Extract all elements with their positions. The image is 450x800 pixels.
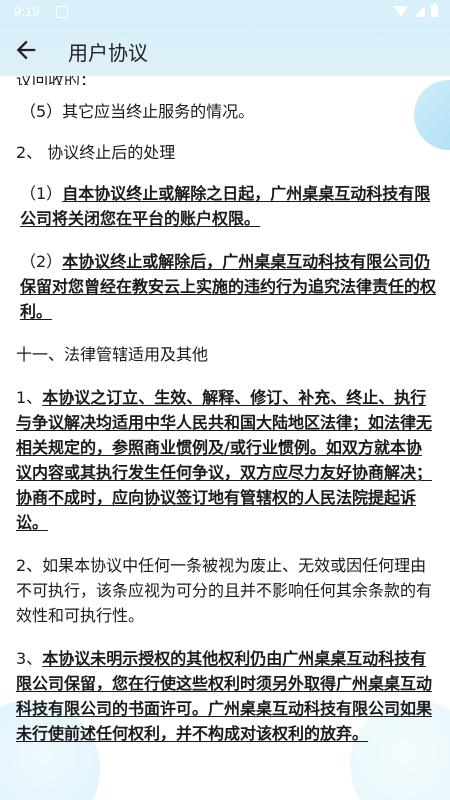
- status-time: 9:19: [14, 4, 40, 19]
- clause-prefix: 3、: [16, 649, 43, 668]
- bold-clause: 本协议终止或解除后，广州桌桌互动科技有限公司仍保留对您曾经在教安云上实施的违约行…: [20, 252, 437, 321]
- signal-icon: [414, 5, 425, 17]
- clause-prefix: 1、: [16, 388, 43, 407]
- status-bar: 9:19: [0, 0, 450, 24]
- status-icons: [394, 3, 438, 17]
- clause-2: 2、如果本协议中任何一条被视为废止、无效或因任何理由不可执行，该条应视为可分的且…: [16, 556, 433, 625]
- arrow-left-icon: [16, 40, 36, 60]
- section-2-item-1: （1）自本协议终止或解除之日起，广州桌桌互动科技有限公司将关闭您在平台的账户权限…: [16, 181, 436, 231]
- partial-text-line: 议回收的；: [16, 76, 436, 85]
- agreement-text: 议回收的； （5）其它应当终止服务的情况。 2、 协议终止后的处理 （1）自本协…: [16, 76, 436, 764]
- item-prefix: （2）: [20, 252, 63, 271]
- item-prefix: （1）: [20, 184, 63, 203]
- app-bar: 用户协议: [0, 24, 450, 76]
- bold-clause: 自本协议终止或解除之日起，广州桌桌互动科技有限公司将关闭您在平台的账户权限。: [20, 184, 431, 228]
- item-5: （5）其它应当终止服务的情况。: [20, 102, 255, 121]
- agreement-content[interactable]: 议回收的； （5）其它应当终止服务的情况。 2、 协议终止后的处理 （1）自本协…: [0, 76, 450, 800]
- clause-1: 1、本协议之订立、生效、解释、修订、补充、终止、执行与争议解决均适用中华人民共和…: [16, 385, 436, 535]
- bold-clause: 本协议之订立、生效、解释、修订、补充、终止、执行与争议解决均适用中华人民共和国大…: [16, 388, 433, 532]
- section-2-item-2: （2）本协议终止或解除后，广州桌桌互动科技有限公司仍保留对您曾经在教安云上实施的…: [16, 249, 436, 324]
- wifi-icon: [394, 5, 408, 17]
- chapter-11-title: 十一、法律管辖适用及其他: [16, 345, 209, 364]
- clause-3: 3、本协议未明示授权的其他权利仍由广州桌桌互动科技有限公司保留，您在行使这些权利…: [16, 646, 436, 746]
- page-title: 用户协议: [68, 41, 148, 65]
- bold-clause: 本协议未明示授权的其他权利仍由广州桌桌互动科技有限公司保留，您在行使这些权利时须…: [16, 649, 433, 743]
- notification-icon: [56, 6, 68, 18]
- battery-icon: [431, 3, 438, 17]
- section-2-title: 2、 协议终止后的处理: [16, 143, 176, 162]
- back-button[interactable]: [12, 36, 40, 64]
